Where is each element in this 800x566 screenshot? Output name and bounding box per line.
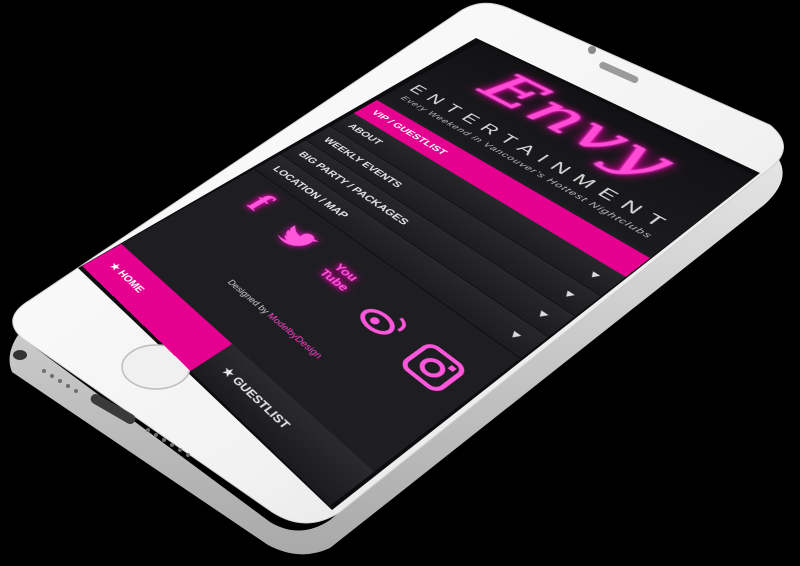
chevron-down-icon: ▼	[504, 326, 527, 344]
weibo-icon[interactable]	[345, 294, 420, 349]
instagram-icon[interactable]	[394, 338, 473, 398]
tab-label: HOME	[114, 268, 147, 295]
headphone-jack	[13, 350, 27, 360]
twitter-icon[interactable]	[262, 217, 329, 263]
youtube-icon[interactable]: You Tube	[303, 253, 374, 303]
